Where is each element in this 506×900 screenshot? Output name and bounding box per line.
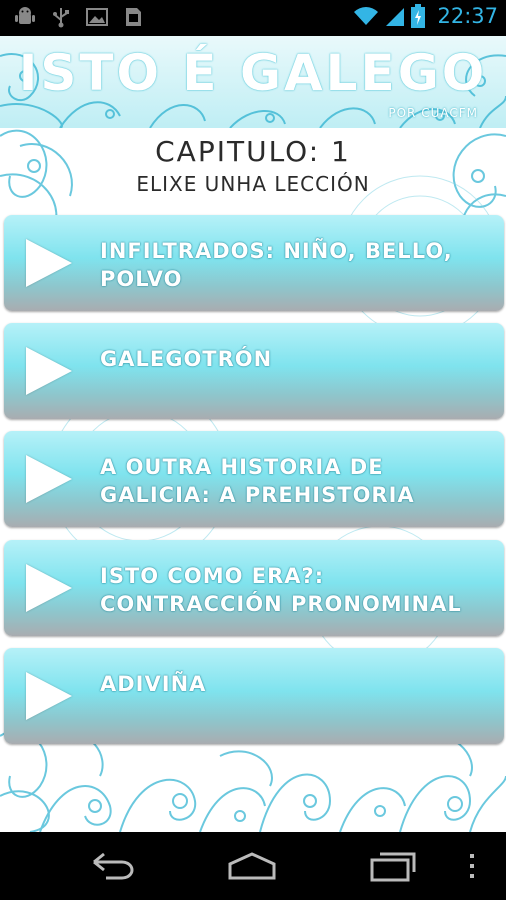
lesson-label: A OUTRA HISTORIA DE GALICIA: A PREHISTOR… bbox=[100, 455, 415, 507]
app-title: ISTO É GALEGO bbox=[18, 44, 488, 102]
play-icon bbox=[26, 672, 72, 720]
lesson-item-5[interactable]: ADIVIÑA bbox=[4, 648, 504, 744]
clock: 22:37 bbox=[437, 4, 498, 28]
lesson-item-3[interactable]: A OUTRA HISTORIA DE GALICIA: A PREHISTOR… bbox=[4, 431, 504, 527]
recent-apps-icon[interactable] bbox=[362, 848, 422, 884]
play-icon bbox=[26, 347, 72, 395]
status-bar: 22:37 bbox=[0, 0, 506, 36]
lesson-item-2[interactable]: GALEGOTRÓN bbox=[4, 323, 504, 419]
play-icon bbox=[26, 564, 72, 612]
wifi-icon bbox=[354, 7, 379, 25]
usb-icon bbox=[53, 8, 69, 28]
lesson-label: ISTO COMO ERA?: CONTRACCIÓN PRONOMINAL bbox=[100, 564, 462, 616]
chapter-title: CAPITULO: 1 bbox=[155, 135, 351, 168]
play-icon bbox=[26, 239, 72, 287]
lesson-item-4[interactable]: ISTO COMO ERA?: CONTRACCIÓN PRONOMINAL bbox=[4, 540, 504, 636]
navigation-bar bbox=[0, 832, 506, 900]
system-indicators: 22:37 bbox=[353, 4, 498, 28]
app-byline: POR CUACFM bbox=[388, 106, 478, 120]
lesson-label: INFILTRADOS: NIÑO, BELLO, POLVO bbox=[100, 239, 453, 291]
back-icon[interactable] bbox=[82, 848, 142, 884]
image-icon bbox=[86, 8, 108, 26]
play-icon bbox=[26, 455, 72, 503]
battery-icon bbox=[411, 4, 426, 28]
app-header: ISTO É GALEGO POR CUACFM bbox=[0, 36, 506, 128]
notification-icons bbox=[14, 6, 144, 28]
chapter-subtitle: ELIXE UNHA LECCIÓN bbox=[136, 172, 370, 196]
sd-card-icon bbox=[126, 8, 141, 26]
lesson-item-1[interactable]: INFILTRADOS: NIÑO, BELLO, POLVO bbox=[4, 215, 504, 311]
lesson-label: ADIVIÑA bbox=[100, 672, 207, 696]
android-debug-icon bbox=[15, 7, 35, 24]
signal-icon bbox=[386, 8, 405, 26]
menu-icon[interactable] bbox=[452, 848, 492, 884]
home-icon[interactable] bbox=[222, 848, 282, 884]
lesson-label: GALEGOTRÓN bbox=[100, 347, 273, 371]
